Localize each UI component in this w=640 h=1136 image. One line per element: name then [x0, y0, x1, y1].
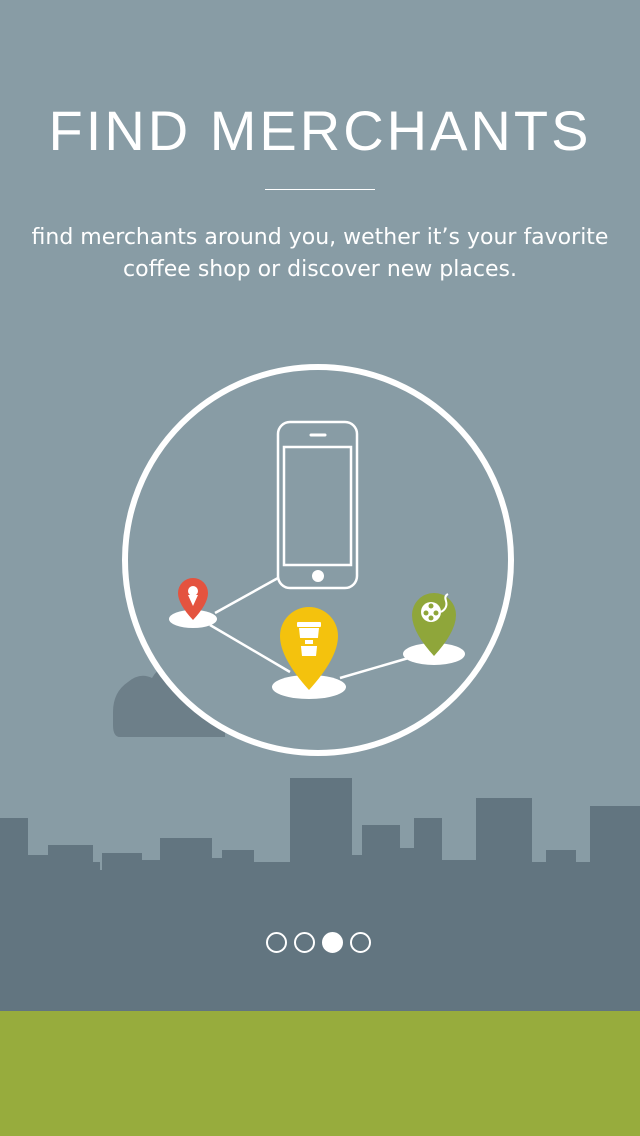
onboarding-screen: FIND MERCHANTS find merchants around you…: [0, 0, 640, 1136]
skyline: [0, 778, 640, 1018]
page-dot-4[interactable]: [350, 932, 371, 953]
title-divider: [265, 189, 375, 190]
city-illustration: [0, 364, 640, 1018]
pagination-dots: [266, 932, 384, 956]
page-dot-1[interactable]: [266, 932, 287, 953]
page-dot-3[interactable]: [322, 932, 343, 953]
page-subtitle: find merchants around you, wether it’s y…: [31, 225, 609, 282]
page-title: FIND MERCHANTS: [48, 99, 592, 162]
ground-strip: [0, 1011, 640, 1136]
page-dot-2[interactable]: [294, 932, 315, 953]
